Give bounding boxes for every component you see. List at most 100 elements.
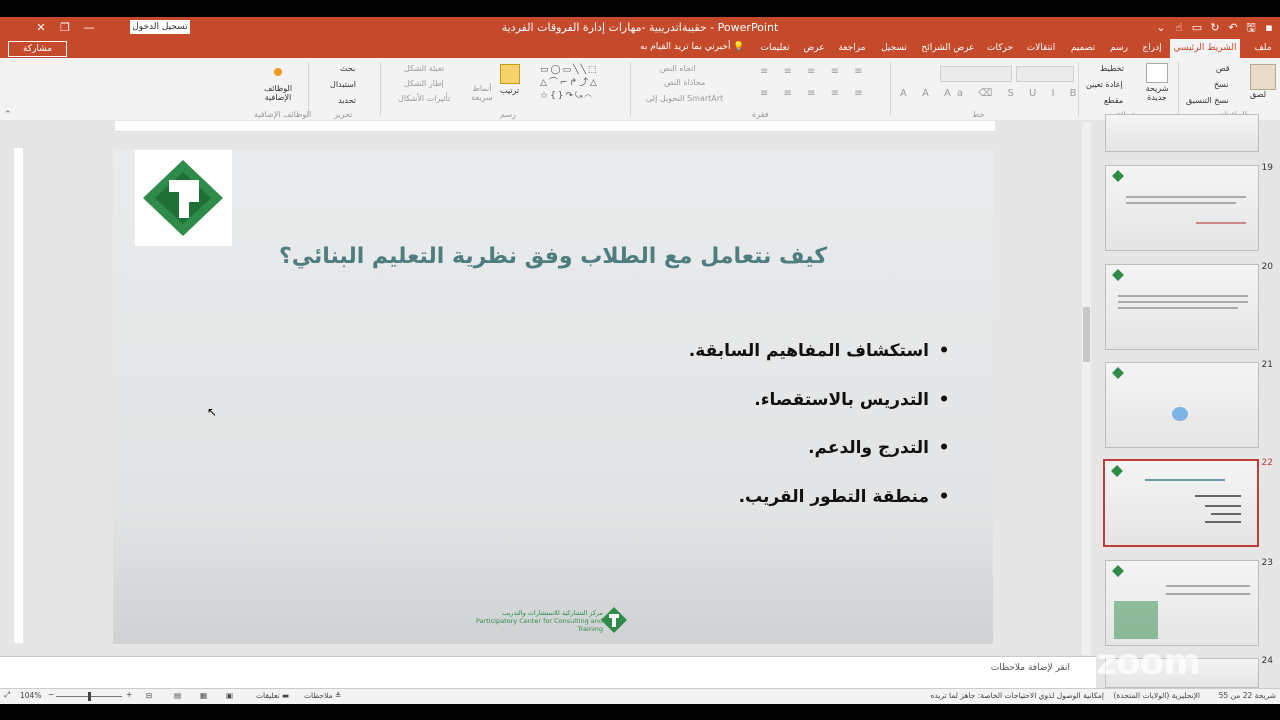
editor-scrollbar[interactable]: [1082, 122, 1091, 655]
find-button[interactable]: بحث: [340, 64, 355, 73]
horizontal-ruler: [115, 121, 995, 132]
normal-view-icon[interactable]: ▣: [226, 691, 233, 700]
quick-styles-button[interactable]: أنماط سريعة: [470, 84, 494, 102]
tab-insert[interactable]: إدراج: [1136, 39, 1168, 58]
bullet-item[interactable]: • منطقة التطور القريب.: [739, 487, 953, 507]
font-name-box[interactable]: [1016, 66, 1074, 82]
slide-thumbnails-panel: 19 20 21 22 23 24 zoom: [1096, 114, 1280, 688]
tab-slideshow[interactable]: عرض الشرائح: [916, 39, 980, 58]
addins-button[interactable]: الوظائف الإضافية: [258, 84, 298, 102]
notes-toggle-button[interactable]: ملاحظات ≜: [304, 691, 341, 700]
tab-design[interactable]: تصميم: [1064, 39, 1102, 58]
thumb-line: [1145, 479, 1225, 481]
language-indicator[interactable]: الإنجليزية (الولايات المتحدة): [1104, 691, 1200, 700]
list-indent-icons[interactable]: ≡ ≡ ≡ ≡ ≡: [760, 66, 869, 77]
window-title: حقيبةاتدريبية -مهارات إدارة الفروقات الف…: [501, 21, 779, 34]
footer-logo-icon: [599, 605, 629, 639]
editor-scroll-thumb[interactable]: [1083, 307, 1090, 362]
copy-button[interactable]: نسخ: [1214, 80, 1229, 89]
shape-outline-button[interactable]: إطار الشكل: [404, 79, 444, 88]
tell-me-search[interactable]: 💡 أخبرني بما تريد القيام به: [640, 42, 745, 52]
sign-in-button[interactable]: تسجيل الدخول: [130, 20, 190, 34]
editing-group-label: تحرير: [334, 110, 353, 119]
paste-icon[interactable]: [1250, 64, 1276, 90]
bullet-dot: •: [938, 438, 950, 458]
share-button[interactable]: مشاركة: [8, 41, 67, 57]
bullet-item[interactable]: • التدرج والدعم.: [808, 438, 953, 458]
slideshow-view-icon[interactable]: ⊟: [146, 691, 152, 700]
slide-thumbnail[interactable]: [1105, 362, 1259, 448]
smartart-button[interactable]: التحويل إلى SmartArt: [646, 94, 723, 103]
footer-logo-english: Participatory Center for Consulting and …: [475, 617, 603, 633]
reset-button[interactable]: إعادة تعيين: [1086, 80, 1123, 89]
zoom-slider-thumb[interactable]: [88, 692, 91, 701]
slide-thumbnail[interactable]: [1105, 264, 1259, 350]
tab-record[interactable]: تسجيل: [874, 39, 914, 58]
format-painter-button[interactable]: نسخ التنسيق: [1186, 96, 1229, 105]
arrange-button[interactable]: ترتيب: [500, 86, 519, 95]
notes-pane[interactable]: انقر لإضافة ملاحظات: [0, 656, 1096, 689]
align-icons[interactable]: ≡ ≡ ≡ ≡ ≡: [760, 88, 869, 99]
slide-thumbnail[interactable]: [1105, 165, 1259, 251]
tab-draw[interactable]: رسم: [1104, 39, 1134, 58]
font-size-box[interactable]: [940, 66, 1012, 82]
slide-thumbnail[interactable]: [1105, 114, 1259, 152]
slide-thumbnail-selected[interactable]: [1103, 459, 1259, 547]
tab-home[interactable]: الشريط الرئيسي: [1170, 39, 1240, 58]
thumb-logo: [1112, 367, 1124, 379]
app-menu-icon[interactable]: ▪: [1258, 19, 1280, 37]
restore-window-button[interactable]: ❐: [54, 19, 76, 37]
collapse-ribbon-icon[interactable]: ⌃: [4, 110, 12, 120]
footer-logo-text: مركز التشاركية للاستشارات والتدريب Parti…: [473, 609, 603, 633]
select-button[interactable]: تحديد: [338, 96, 356, 105]
align-text-button[interactable]: محاذاة النص: [664, 78, 705, 87]
shape-fill-button[interactable]: تعبئة الشكل: [404, 64, 444, 73]
footer-logo-arabic: مركز التشاركية للاستشارات والتدريب: [502, 609, 603, 617]
close-window-button[interactable]: ✕: [30, 19, 52, 37]
tab-view[interactable]: عرض: [798, 39, 830, 58]
fit-to-window-icon[interactable]: ⤢: [4, 690, 10, 700]
tab-animations[interactable]: حركات: [982, 39, 1018, 58]
shape-effects-button[interactable]: تأثيرات الأشكال: [398, 94, 450, 103]
text-direction-button[interactable]: اتجاه النص: [660, 64, 696, 73]
arrange-icon[interactable]: [500, 64, 520, 84]
cut-button[interactable]: قص: [1216, 64, 1230, 73]
zoom-level[interactable]: 104%: [20, 691, 41, 700]
tab-help[interactable]: تعليمات: [754, 39, 796, 58]
new-slide-button[interactable]: شريحة جديدة: [1144, 84, 1170, 102]
comments-toggle-button[interactable]: تعليقات ▬: [256, 691, 289, 700]
addins-icon[interactable]: [274, 68, 282, 76]
thumb-line: [1196, 222, 1246, 224]
shapes-gallery[interactable]: ▭◯▭╲╲⬚ △⌒⌐↱⤴△ ☆{}↷⤿⌒: [540, 64, 624, 104]
notes-icon: ≜: [335, 691, 342, 700]
font-format-icons[interactable]: A A Aa ⌫ S U I B: [900, 88, 1083, 99]
slide-title[interactable]: كيف نتعامل مع الطلاب وفق نظرية التعليم ا…: [233, 244, 873, 269]
bullet-item[interactable]: • التدريس بالاستقصاء.: [754, 390, 953, 410]
slide-thumbnail[interactable]: [1105, 560, 1259, 646]
thumb-logo: [1112, 269, 1124, 281]
tab-file[interactable]: ملف: [1248, 39, 1278, 58]
zoom-out-button[interactable]: −: [48, 690, 54, 699]
thumb-line: [1118, 307, 1238, 309]
zoom-in-button[interactable]: +: [126, 690, 132, 699]
replace-button[interactable]: استبدال: [330, 80, 356, 89]
accessibility-indicator[interactable]: إمكانية الوصول لذوي الاحتياجات الخاصة: ج…: [912, 691, 1104, 700]
thumb-line: [1126, 196, 1246, 198]
minimize-window-button[interactable]: —: [78, 19, 100, 37]
reading-view-icon[interactable]: ▤: [174, 691, 181, 700]
layout-button[interactable]: تخطيط: [1100, 64, 1124, 73]
new-slide-icon[interactable]: [1146, 63, 1168, 83]
thumb-logo: [1112, 565, 1124, 577]
bullet-item[interactable]: • استكشاف المفاهيم السابقة.: [689, 341, 953, 361]
slide-sorter-icon[interactable]: ▦: [200, 691, 207, 700]
tab-review[interactable]: مراجعة: [832, 39, 872, 58]
bullet-text: التدريس بالاستقصاء.: [754, 390, 929, 410]
ribbon: لصق قص نسخ نسخ التنسيق الحافظة شريحة جدي…: [0, 58, 1280, 121]
tab-transitions[interactable]: انتقالات: [1020, 39, 1062, 58]
current-slide[interactable]: كيف نتعامل مع الطلاب وفق نظرية التعليم ا…: [113, 149, 993, 644]
notes-label: ملاحظات: [304, 691, 333, 700]
zoom-slider[interactable]: [56, 692, 122, 701]
group-divider: [890, 62, 891, 116]
paste-button[interactable]: لصق: [1250, 90, 1266, 99]
section-button[interactable]: مقطع: [1104, 96, 1123, 105]
